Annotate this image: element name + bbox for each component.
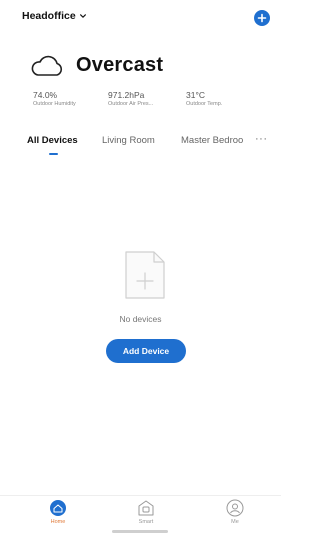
cloud-icon (31, 55, 63, 76)
header: Headoffice (0, 0, 281, 34)
temperature-stat: 31°C Outdoor Temp. (186, 90, 222, 107)
system-home-indicator (112, 530, 168, 533)
weather-condition: Overcast (76, 54, 164, 76)
no-devices-message: No devices (119, 314, 162, 324)
humidity-stat: 74.0% Outdoor Humidity (33, 90, 76, 107)
nav-home[interactable]: Home (33, 499, 83, 525)
tab-all-devices[interactable]: All Devices (27, 135, 78, 146)
add-button[interactable] (254, 10, 270, 26)
tab-master-bedroom[interactable]: Master Bedroo (181, 135, 243, 146)
nav-smart[interactable]: Smart (121, 499, 171, 525)
nav-smart-label: Smart (138, 519, 154, 525)
humidity-value: 74.0% (33, 90, 58, 100)
nav-home-label: Home (50, 519, 66, 525)
profile-icon (226, 499, 244, 517)
empty-document-icon (125, 251, 165, 299)
nav-me-label: Me (231, 519, 239, 525)
air-pressure-label: Outdoor Air Pres... (108, 101, 154, 107)
home-icon (50, 500, 66, 516)
chevron-down-icon (79, 14, 86, 18)
more-tabs-button[interactable]: ··· (255, 133, 268, 145)
add-device-button[interactable]: Add Device (106, 339, 186, 363)
temperature-value: 31°C (186, 90, 205, 100)
humidity-label: Outdoor Humidity (33, 101, 76, 107)
bottom-nav: Home Smart Me (0, 495, 281, 534)
nav-me[interactable]: Me (210, 499, 260, 525)
active-tab-indicator (49, 153, 58, 155)
room-tabs: All Devices Living Room Master Bedroo ··… (0, 130, 281, 158)
tab-living-room[interactable]: Living Room (102, 135, 155, 146)
home-name: Headoffice (22, 10, 76, 22)
air-pressure-value: 971.2hPa (108, 90, 145, 100)
air-pressure-stat: 971.2hPa Outdoor Air Pres... (108, 90, 153, 107)
smart-icon (138, 500, 154, 516)
plus-icon (257, 13, 267, 23)
app-screen: Headoffice Overcast 74.0% Outdoor Humidi… (0, 0, 281, 534)
temperature-label: Outdoor Temp. (186, 101, 223, 107)
home-selector[interactable]: Headoffice (22, 10, 87, 22)
